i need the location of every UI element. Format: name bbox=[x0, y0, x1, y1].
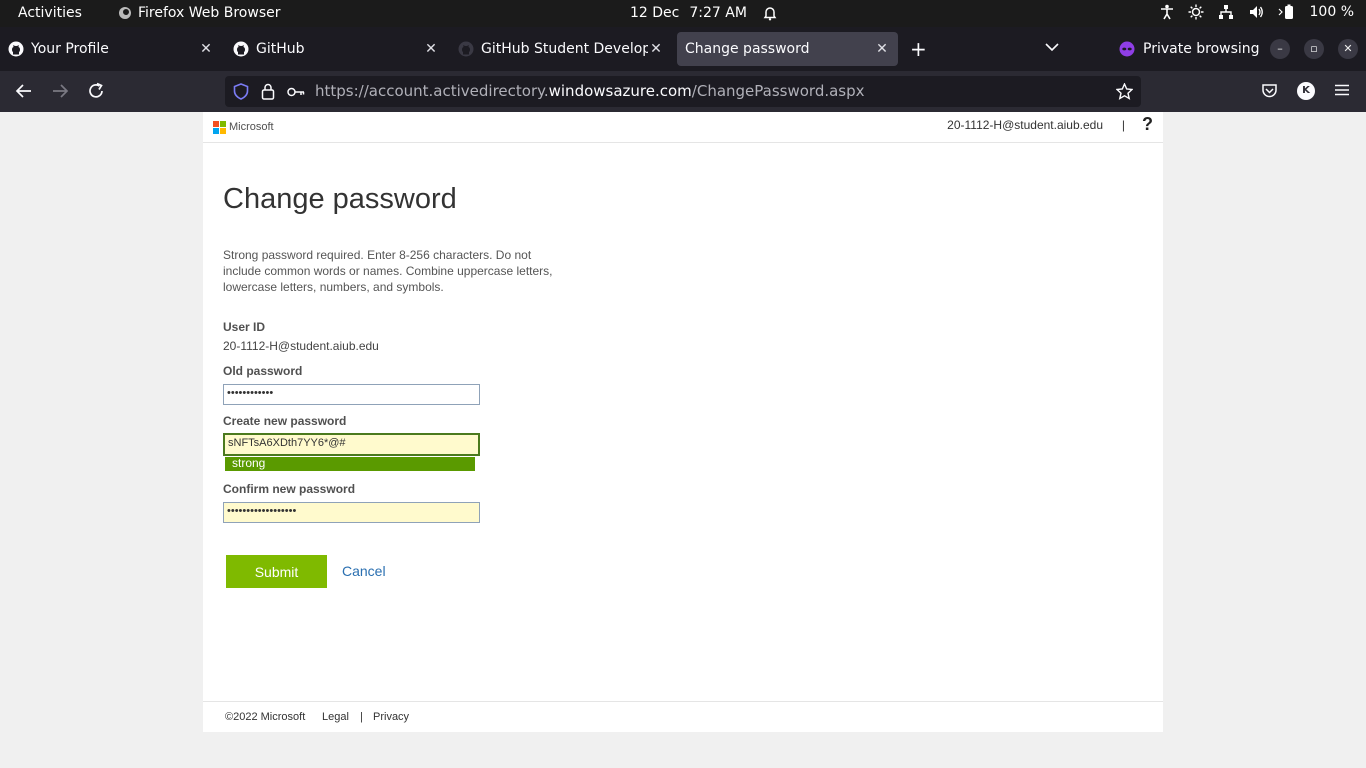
time-label: 7:27 AM bbox=[689, 5, 747, 21]
new-password-label: Create new password bbox=[223, 414, 347, 428]
reload-icon[interactable] bbox=[87, 82, 105, 100]
system-tray[interactable]: 100 % bbox=[1160, 4, 1354, 20]
password-strength-indicator: strong bbox=[225, 457, 475, 471]
volume-icon bbox=[1248, 4, 1264, 20]
page-footer: ©2022 Microsoft Legal | Privacy bbox=[203, 701, 1163, 732]
battery-percent: 100 % bbox=[1309, 4, 1354, 20]
copyright-text: ©2022 Microsoft bbox=[225, 711, 306, 723]
user-id-value: 20-1112-H@student.aiub.edu bbox=[223, 339, 379, 353]
system-top-bar: Activities Firefox Web Browser 12 Dec 7:… bbox=[0, 0, 1366, 27]
close-tab-icon[interactable]: ✕ bbox=[198, 41, 214, 57]
password-requirements-text: Strong password required. Enter 8-256 ch… bbox=[223, 248, 553, 294]
help-icon[interactable]: ? bbox=[1142, 114, 1153, 135]
old-password-field[interactable]: •••••••••••• bbox=[223, 384, 480, 405]
lock-icon[interactable] bbox=[261, 83, 275, 100]
tab-title: GitHub Student Develope bbox=[481, 41, 648, 57]
minimize-button[interactable]: – bbox=[1270, 39, 1290, 59]
url-prefix: https://account.activedirectory. bbox=[315, 82, 549, 100]
url-bar[interactable]: https://account.activedirectory.windowsa… bbox=[225, 76, 1141, 107]
account-avatar[interactable]: K bbox=[1297, 82, 1315, 100]
confirm-password-label: Confirm new password bbox=[223, 482, 356, 496]
navigation-bar: https://account.activedirectory.windowsa… bbox=[0, 71, 1366, 112]
key-icon[interactable] bbox=[287, 86, 305, 98]
new-tab-button[interactable]: + bbox=[910, 39, 927, 59]
brightness-icon bbox=[1188, 4, 1204, 20]
url-text[interactable]: https://account.activedirectory.windowsa… bbox=[315, 82, 865, 100]
header-separator: | bbox=[1121, 118, 1125, 132]
legal-link[interactable]: Legal bbox=[322, 711, 349, 723]
pocket-icon[interactable] bbox=[1261, 82, 1278, 99]
footer-separator: | bbox=[360, 711, 363, 723]
page-title: Change password bbox=[223, 183, 457, 215]
github-icon bbox=[458, 41, 474, 57]
close-tab-icon[interactable]: ✕ bbox=[874, 41, 890, 57]
tab-title: Your Profile bbox=[31, 41, 109, 57]
page-header: Microsoft 20-1112-H@student.aiub.edu | ? bbox=[203, 112, 1163, 143]
microsoft-logo[interactable]: Microsoft bbox=[213, 121, 274, 134]
battery-icon bbox=[1278, 4, 1296, 20]
submit-button[interactable]: Submit bbox=[226, 555, 327, 588]
private-browsing-label: Private browsing bbox=[1143, 41, 1260, 57]
tab-title: Change password bbox=[685, 41, 810, 57]
alarm-bell-icon bbox=[763, 6, 777, 21]
forward-arrow-icon[interactable] bbox=[51, 82, 69, 100]
close-tab-icon[interactable]: ✕ bbox=[423, 41, 439, 57]
private-browsing-indicator: Private browsing bbox=[1119, 41, 1260, 57]
private-mask-icon bbox=[1119, 41, 1135, 57]
network-icon bbox=[1218, 4, 1234, 20]
github-icon bbox=[233, 41, 249, 57]
accessibility-icon bbox=[1160, 4, 1174, 20]
url-path: /ChangePassword.aspx bbox=[691, 82, 865, 100]
activities-button[interactable]: Activities bbox=[18, 5, 82, 21]
signed-in-user[interactable]: 20-1112-H@student.aiub.edu bbox=[947, 118, 1103, 132]
tab-github-student[interactable]: GitHub Student Develope ✕ bbox=[450, 32, 672, 66]
url-domain: windowsazure.com bbox=[548, 82, 692, 100]
close-window-button[interactable]: ✕ bbox=[1338, 39, 1358, 59]
user-id-label: User ID bbox=[223, 320, 266, 334]
tab-github[interactable]: GitHub ✕ bbox=[225, 32, 447, 66]
tab-change-password[interactable]: Change password ✕ bbox=[677, 32, 898, 66]
clock[interactable]: 12 Dec 7:27 AM bbox=[630, 5, 777, 21]
app-name: Firefox Web Browser bbox=[138, 5, 281, 21]
privacy-link[interactable]: Privacy bbox=[373, 711, 409, 723]
github-icon bbox=[8, 41, 24, 57]
brand-label: Microsoft bbox=[229, 121, 274, 133]
tracking-protection-shield-icon[interactable] bbox=[233, 83, 249, 100]
maximize-button[interactable]: ▫ bbox=[1304, 39, 1324, 59]
close-tab-icon[interactable]: ✕ bbox=[648, 41, 664, 57]
hamburger-menu-icon[interactable] bbox=[1334, 82, 1350, 98]
tab-your-profile[interactable]: Your Profile ✕ bbox=[0, 32, 222, 66]
tab-strip: Your Profile ✕ GitHub ✕ GitHub Student D… bbox=[0, 27, 1366, 71]
firefox-icon bbox=[118, 6, 132, 20]
app-menu[interactable]: Firefox Web Browser bbox=[118, 5, 281, 21]
old-password-label: Old password bbox=[223, 364, 303, 378]
cancel-link[interactable]: Cancel bbox=[342, 563, 386, 579]
microsoft-logo-icon bbox=[213, 121, 226, 134]
bookmark-star-icon[interactable] bbox=[1116, 83, 1133, 100]
web-page: Microsoft 20-1112-H@student.aiub.edu | ?… bbox=[203, 112, 1163, 732]
date-label: 12 Dec bbox=[630, 5, 680, 21]
back-arrow-icon[interactable] bbox=[15, 82, 33, 100]
chevron-down-icon[interactable] bbox=[1045, 42, 1059, 52]
confirm-password-field[interactable]: •••••••••••••••••• bbox=[223, 502, 480, 523]
tab-title: GitHub bbox=[256, 41, 305, 57]
new-password-field[interactable]: sNFTsA6XDth7YY6*@# bbox=[223, 433, 480, 456]
